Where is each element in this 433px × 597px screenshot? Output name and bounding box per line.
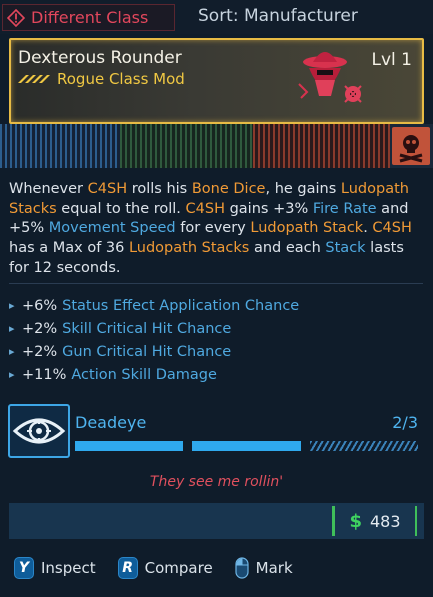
flavor-text: They see me rollin'	[149, 474, 284, 490]
stripe-red	[253, 124, 390, 168]
description-text: for every	[175, 220, 251, 237]
skill-point-empty	[309, 441, 418, 451]
bullet-icon: ▸	[9, 299, 15, 312]
compare-label: Compare	[144, 559, 213, 577]
highlight-term: Fire Rate	[312, 200, 377, 217]
stat-name: Gun Critical Hit Chance	[62, 343, 232, 360]
skill-point-filled	[75, 441, 184, 451]
stat-value: +6%	[22, 297, 58, 314]
stat-name: Action Skill Damage	[71, 366, 217, 383]
inspect-button[interactable]: Y Inspect	[14, 557, 96, 579]
top-bar: Different Class Sort: Manufacturer	[0, 0, 433, 34]
highlight-term: Ludopath Stacks	[128, 240, 250, 257]
mouse-icon	[235, 557, 249, 579]
highlight-term: C4SH	[372, 220, 412, 237]
description-text: has a Max of 36	[9, 240, 129, 257]
highlight-term: Movement Speed	[48, 220, 176, 237]
highlight-term: Ludopath Stack	[250, 220, 364, 237]
highlight-term: Bone Dice	[191, 181, 266, 197]
mark-button[interactable]: Mark	[235, 557, 293, 579]
description-text: , he gains	[265, 181, 341, 197]
inspect-label: Inspect	[41, 559, 96, 577]
description-text: and each	[249, 240, 326, 257]
manufacturer-skull-icon	[392, 127, 430, 165]
mark-label: Mark	[255, 559, 293, 577]
sort-label[interactable]: Sort: Manufacturer	[198, 6, 358, 26]
description-text: Whenever	[9, 181, 88, 197]
r-key-icon: R	[117, 557, 138, 579]
skill-point-filled	[192, 441, 301, 451]
description-text: rolls his	[127, 181, 192, 197]
bullet-icon: ▸	[9, 368, 15, 381]
stat-value: +2%	[22, 320, 58, 337]
stat-name: Status Effect Application Chance	[62, 297, 300, 314]
stripe-blue	[0, 124, 120, 168]
stat-row: ▸ +6% Status Effect Application Chance	[9, 294, 419, 317]
item-level: Lvl 1	[371, 50, 412, 70]
bullet-icon: ▸	[9, 345, 15, 358]
item-type: Rogue Class Mod	[57, 70, 185, 88]
description-text: equal to the roll.	[56, 200, 186, 217]
rogue-class-icon	[298, 52, 362, 103]
different-class-warning: Different Class	[2, 4, 175, 31]
skill-icon-box	[8, 404, 70, 458]
skill-name: Deadeye	[75, 413, 147, 432]
manufacturer-stripe	[0, 124, 433, 168]
compare-button[interactable]: R Compare	[117, 557, 213, 579]
stat-list: ▸ +6% Status Effect Application Chance ▸…	[9, 294, 419, 386]
price-bar: $ 483	[9, 503, 424, 539]
stripe-green	[120, 124, 253, 168]
stat-name: Skill Critical Hit Chance	[62, 320, 232, 337]
warning-label: Different Class	[31, 8, 149, 27]
price-tag: $ 483	[332, 506, 417, 536]
skill-points: 2/3	[392, 413, 418, 432]
item-name: Dexterous Rounder	[18, 48, 182, 68]
stat-row: ▸ +11% Action Skill Damage	[9, 363, 419, 386]
rarity-chevrons-icon	[18, 75, 50, 83]
stat-value: +11%	[22, 366, 67, 383]
action-bar: Y Inspect R Compare Mark	[14, 556, 315, 580]
warning-icon	[7, 8, 25, 27]
highlight-term: Stack	[325, 240, 366, 257]
stat-row: ▸ +2% Gun Critical Hit Chance	[9, 340, 419, 363]
description-text: gains +3%	[224, 200, 313, 217]
highlight-term: C4SH	[185, 200, 225, 217]
stat-value: +2%	[22, 343, 58, 360]
stat-row: ▸ +2% Skill Critical Hit Chance	[9, 317, 419, 340]
item-description: Whenever C4SH rolls his Bone Dice, he ga…	[9, 180, 419, 279]
eye-crosshair-icon	[12, 418, 66, 444]
y-key-icon: Y	[14, 557, 34, 579]
price-value: 483	[369, 511, 401, 531]
divider	[9, 283, 423, 284]
currency-icon: $	[349, 510, 362, 532]
bullet-icon: ▸	[9, 322, 15, 335]
highlight-term: C4SH	[87, 181, 128, 197]
item-header: Dexterous Rounder Lvl 1 Rogue Class Mod	[9, 38, 424, 124]
